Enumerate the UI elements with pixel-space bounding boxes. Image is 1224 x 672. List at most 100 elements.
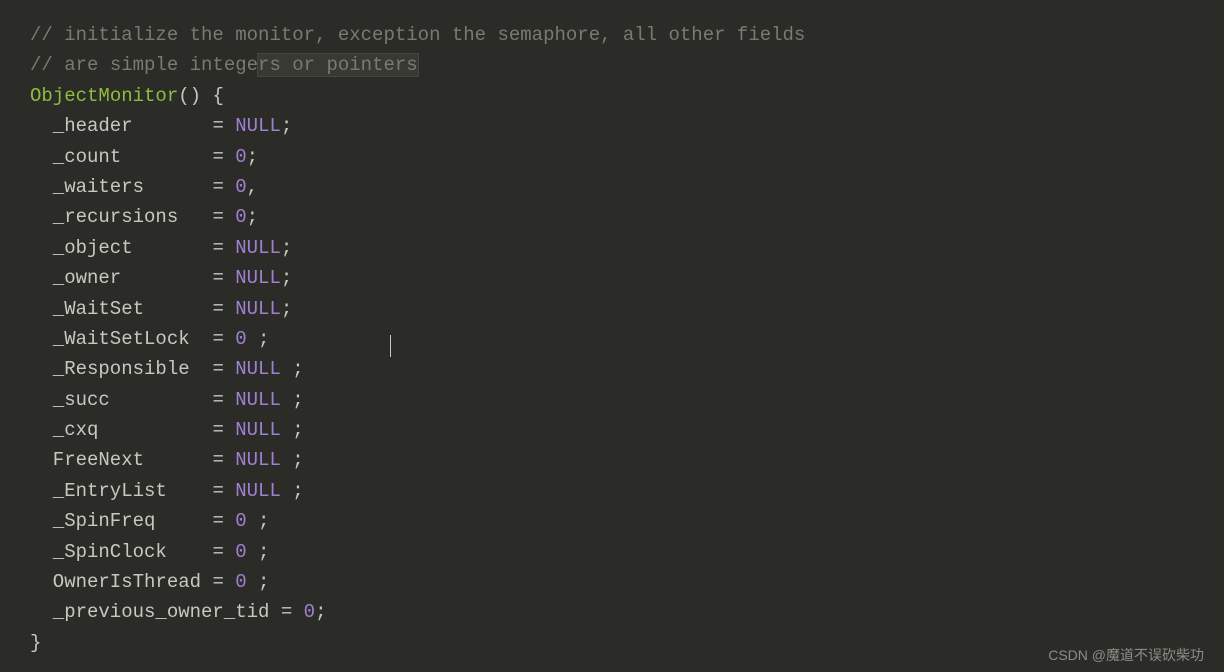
field-value: NULL (235, 480, 281, 502)
equals: = (212, 358, 235, 380)
equals: = (212, 206, 235, 228)
close-paren: ) (190, 85, 201, 107)
equals: = (212, 571, 235, 593)
code-line: _header = NULL; (30, 111, 1194, 141)
field-value: NULL (235, 298, 281, 320)
field-name: _previous_owner_tid (53, 601, 270, 623)
terminator: ; (247, 328, 270, 350)
terminator: ; (247, 206, 258, 228)
terminator: ; (247, 571, 270, 593)
text-cursor (390, 335, 391, 357)
field-name: _cxq (53, 419, 99, 441)
code-line: _succ = NULL ; (30, 385, 1194, 415)
field-name: _WaitSetLock (53, 328, 190, 350)
code-line: _owner = NULL; (30, 263, 1194, 293)
terminator: , (247, 176, 258, 198)
terminator: ; (281, 419, 304, 441)
equals: = (212, 480, 235, 502)
equals: = (281, 601, 304, 623)
field-name: _header (53, 115, 133, 137)
code-line: } (30, 628, 1194, 658)
comment: // initialize the monitor, exception the… (30, 24, 805, 46)
equals: = (212, 541, 235, 563)
comment: // are simple integers or pointers (30, 54, 418, 76)
field-value: NULL (235, 358, 281, 380)
equals: = (212, 176, 235, 198)
code-line: _previous_owner_tid = 0; (30, 597, 1194, 627)
field-value: NULL (235, 267, 281, 289)
field-value: NULL (235, 449, 281, 471)
code-line: _EntryList = NULL ; (30, 476, 1194, 506)
terminator: ; (281, 449, 304, 471)
equals: = (212, 389, 235, 411)
field-value: 0 (235, 571, 246, 593)
selection-highlight: rs or pointers (258, 54, 418, 76)
field-name: _count (53, 146, 121, 168)
code-line: // initialize the monitor, exception the… (30, 20, 1194, 50)
equals: = (212, 298, 235, 320)
field-value: NULL (235, 419, 281, 441)
terminator: ; (281, 298, 292, 320)
terminator: ; (281, 267, 292, 289)
field-name: _SpinFreq (53, 510, 156, 532)
close-brace: } (30, 632, 41, 654)
field-value: NULL (235, 237, 281, 259)
open-brace: { (201, 85, 224, 107)
field-name: OwnerIsThread (53, 571, 201, 593)
code-line: OwnerIsThread = 0 ; (30, 567, 1194, 597)
equals: = (212, 328, 235, 350)
field-value: 0 (235, 541, 246, 563)
equals: = (212, 267, 235, 289)
field-name: _owner (53, 267, 121, 289)
terminator: ; (247, 541, 270, 563)
terminator: ; (315, 601, 326, 623)
code-line: _Responsible = NULL ; (30, 354, 1194, 384)
field-name: _object (53, 237, 133, 259)
field-name: _EntryList (53, 480, 167, 502)
terminator: ; (247, 146, 258, 168)
field-name: _waiters (53, 176, 144, 198)
equals: = (212, 510, 235, 532)
code-line: ObjectMonitor() { (30, 81, 1194, 111)
code-line: _cxq = NULL ; (30, 415, 1194, 445)
equals: = (212, 419, 235, 441)
field-value: 0 (235, 510, 246, 532)
terminator: ; (281, 237, 292, 259)
function-name: ObjectMonitor (30, 85, 178, 107)
equals: = (212, 146, 235, 168)
field-value: 0 (235, 146, 246, 168)
field-value: 0 (235, 206, 246, 228)
field-name: FreeNext (53, 449, 144, 471)
terminator: ; (281, 389, 304, 411)
equals: = (212, 449, 235, 471)
code-editor[interactable]: // initialize the monitor, exception the… (30, 20, 1194, 658)
field-name: _WaitSet (53, 298, 144, 320)
field-name: _recursions (53, 206, 178, 228)
open-paren: ( (178, 85, 189, 107)
code-line: _SpinClock = 0 ; (30, 537, 1194, 567)
code-line: FreeNext = NULL ; (30, 445, 1194, 475)
terminator: ; (281, 115, 292, 137)
terminator: ; (281, 358, 304, 380)
field-value: 0 (235, 176, 246, 198)
code-line: // are simple integers or pointers (30, 50, 1194, 80)
equals: = (212, 237, 235, 259)
field-name: _Responsible (53, 358, 190, 380)
terminator: ; (281, 480, 304, 502)
field-name: _succ (53, 389, 110, 411)
code-line: _count = 0; (30, 142, 1194, 172)
code-line: _waiters = 0, (30, 172, 1194, 202)
field-value: NULL (235, 389, 281, 411)
equals: = (212, 115, 235, 137)
watermark-text: CSDN @魔道不误砍柴功 (1048, 644, 1204, 666)
field-name: _SpinClock (53, 541, 167, 563)
code-line: _object = NULL; (30, 233, 1194, 263)
terminator: ; (247, 510, 270, 532)
code-line: _WaitSetLock = 0 ; (30, 324, 1194, 354)
field-value: NULL (235, 115, 281, 137)
code-line: _WaitSet = NULL; (30, 294, 1194, 324)
code-line: _SpinFreq = 0 ; (30, 506, 1194, 536)
code-line: _recursions = 0; (30, 202, 1194, 232)
field-value: 0 (304, 601, 315, 623)
field-value: 0 (235, 328, 246, 350)
